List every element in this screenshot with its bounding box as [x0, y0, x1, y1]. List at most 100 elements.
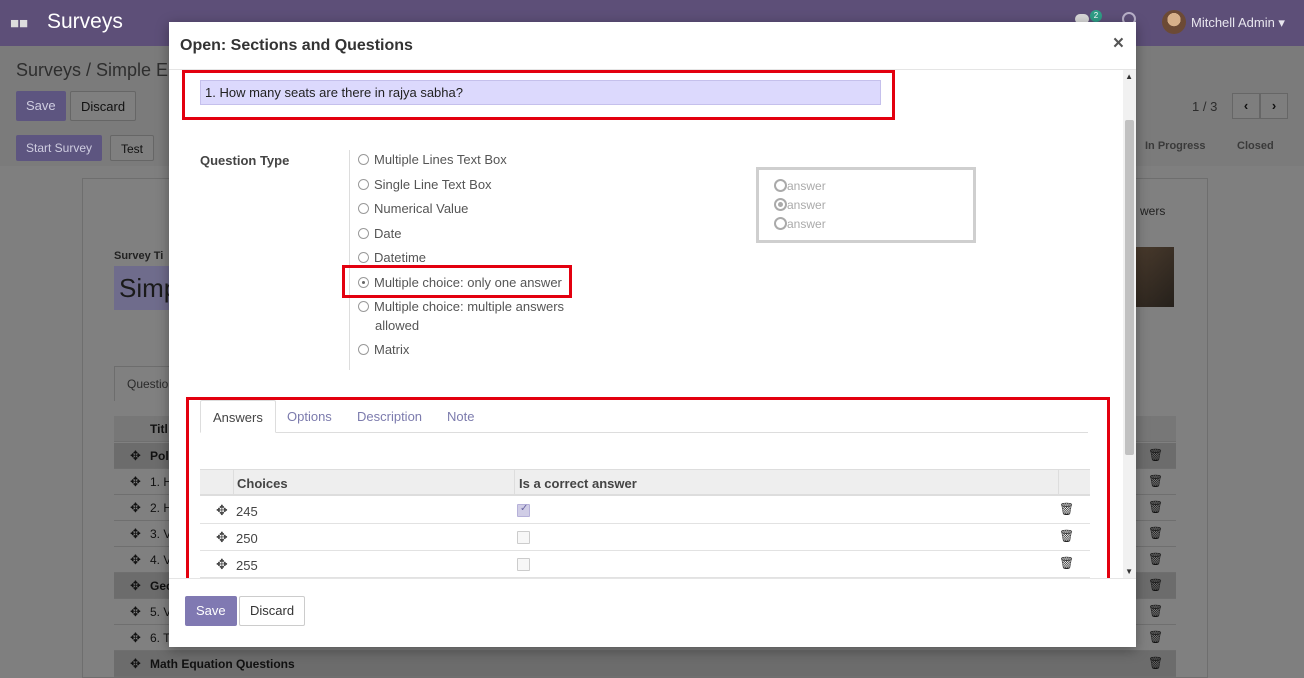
- radio-checked-icon: [774, 198, 787, 211]
- radio-multiple-lines[interactable]: Multiple Lines Text Box: [358, 150, 578, 169]
- radio-icon: [774, 217, 787, 230]
- trash-icon[interactable]: 🗑: [1148, 552, 1163, 566]
- pager-previous-icon[interactable]: ‹: [1232, 93, 1260, 119]
- divider: [349, 150, 350, 370]
- radio-label: Multiple choice: only one answer: [374, 275, 562, 290]
- trash-icon[interactable]: 🗑: [1148, 604, 1163, 618]
- drag-handle-icon[interactable]: ✥: [130, 656, 141, 672]
- bg-save-button[interactable]: Save: [16, 91, 66, 121]
- trash-icon[interactable]: 🗑: [1148, 526, 1163, 540]
- question-type-preview: answer answer answer: [756, 167, 976, 243]
- radio-single-choice[interactable]: Multiple choice: only one answer: [358, 273, 578, 292]
- answer-row[interactable]: ✥ 250 🗑: [200, 524, 1090, 551]
- radio-label: Date: [374, 226, 402, 241]
- choices-column-header[interactable]: Choices: [237, 476, 288, 491]
- survey-image: [1134, 247, 1174, 307]
- radio-label: Matrix: [374, 342, 410, 357]
- status-in-progress[interactable]: In Progress: [1145, 140, 1206, 152]
- correct-checkbox[interactable]: [517, 531, 530, 544]
- tab-options[interactable]: Options: [275, 400, 344, 433]
- radio-icon[interactable]: [358, 344, 369, 355]
- trash-icon[interactable]: 🗑: [1148, 474, 1163, 488]
- drag-handle-icon[interactable]: ✥: [130, 448, 141, 464]
- test-button[interactable]: Test: [110, 135, 155, 161]
- app-brand[interactable]: Surveys: [47, 10, 123, 34]
- radio-numerical[interactable]: Numerical Value: [358, 199, 578, 218]
- radio-single-line[interactable]: Single Line Text Box: [358, 175, 578, 194]
- preview-option: answer: [774, 198, 826, 212]
- notebook-tabs: Answers Options Description Note: [200, 400, 1088, 433]
- start-survey-button[interactable]: Start Survey: [16, 135, 103, 161]
- answer-value[interactable]: 250: [236, 531, 258, 546]
- drag-handle-icon[interactable]: ✥: [216, 502, 228, 519]
- answer-value[interactable]: 255: [236, 558, 258, 573]
- pager-next-icon[interactable]: ›: [1260, 93, 1288, 119]
- radio-icon: [774, 179, 787, 192]
- bg-answers-fragment: wers: [1140, 204, 1166, 218]
- table-row[interactable]: ✥ Math Equation Questions 🗑: [114, 651, 1176, 677]
- correct-checkbox[interactable]: [517, 558, 530, 571]
- dialog-scrollbar[interactable]: ▲ ▼: [1123, 70, 1136, 578]
- radio-checked-icon[interactable]: [358, 277, 369, 288]
- pager-value: 1 / 3: [1192, 99, 1218, 114]
- trash-icon[interactable]: 🗑: [1148, 630, 1163, 644]
- scroll-up-icon[interactable]: ▲: [1125, 72, 1133, 81]
- trash-icon[interactable]: 🗑: [1059, 556, 1074, 570]
- drag-handle-icon[interactable]: ✥: [130, 474, 141, 490]
- scrollbar-thumb[interactable]: [1125, 120, 1134, 455]
- breadcrumb[interactable]: Surveys / Simple E: [16, 60, 168, 81]
- save-button[interactable]: Save: [185, 596, 237, 626]
- tab-description[interactable]: Description: [345, 400, 434, 433]
- radio-matrix[interactable]: Matrix: [358, 340, 578, 359]
- row-title: 6. T: [150, 631, 171, 645]
- tab-note[interactable]: Note: [435, 400, 486, 433]
- radio-label: Numerical Value: [374, 201, 469, 216]
- apps-menu-icon[interactable]: ■■: [10, 15, 28, 32]
- user-avatar[interactable]: [1162, 10, 1186, 34]
- answer-value[interactable]: 245: [236, 504, 258, 519]
- question-dialog: Open: Sections and Questions × Question …: [169, 22, 1136, 647]
- radio-multiple-choice[interactable]: Multiple choice: multiple answers allowed: [358, 297, 578, 335]
- radio-label: Single Line Text Box: [374, 177, 492, 192]
- scroll-down-icon[interactable]: ▼: [1125, 567, 1133, 576]
- radio-label: Multiple choice: multiple answers: [374, 299, 565, 314]
- drag-handle-icon[interactable]: ✥: [130, 552, 141, 568]
- radio-date[interactable]: Date: [358, 224, 578, 243]
- question-type-label: Question Type: [200, 153, 290, 168]
- radio-icon[interactable]: [358, 301, 369, 312]
- column-divider: [1058, 470, 1059, 495]
- bg-discard-button[interactable]: Discard: [70, 91, 137, 121]
- user-menu[interactable]: Mitchell Admin ▾: [1191, 15, 1285, 31]
- status-closed[interactable]: Closed: [1237, 140, 1274, 152]
- drag-handle-icon[interactable]: ✥: [130, 578, 141, 594]
- drag-handle-icon[interactable]: ✥: [130, 526, 141, 542]
- trash-icon[interactable]: 🗑: [1148, 448, 1163, 462]
- discard-button[interactable]: Discard: [239, 596, 306, 626]
- answer-row[interactable]: ✥ 245 🗑: [200, 497, 1090, 524]
- tab-questions-bg[interactable]: Questio: [114, 366, 174, 401]
- answer-row[interactable]: ✥ 255 🗑: [200, 551, 1090, 578]
- user-name: Mitchell Admin: [1191, 15, 1275, 30]
- trash-icon[interactable]: 🗑: [1148, 500, 1163, 514]
- close-icon[interactable]: ×: [1113, 33, 1124, 55]
- drag-handle-icon[interactable]: ✥: [130, 630, 141, 646]
- radio-icon[interactable]: [358, 252, 369, 263]
- tab-answers[interactable]: Answers: [200, 400, 276, 433]
- correct-checkbox[interactable]: [517, 503, 530, 517]
- trash-icon[interactable]: 🗑: [1148, 578, 1163, 592]
- drag-handle-icon[interactable]: ✥: [130, 500, 141, 516]
- drag-handle-icon[interactable]: ✥: [130, 604, 141, 620]
- trash-icon[interactable]: 🗑: [1148, 656, 1163, 670]
- survey-title-field[interactable]: Simp: [114, 266, 178, 310]
- radio-icon[interactable]: [358, 154, 369, 165]
- radio-icon[interactable]: [358, 179, 369, 190]
- drag-handle-icon[interactable]: ✥: [216, 529, 228, 546]
- radio-icon[interactable]: [358, 228, 369, 239]
- drag-handle-icon[interactable]: ✥: [216, 556, 228, 573]
- trash-icon[interactable]: 🗑: [1059, 529, 1074, 543]
- question-title-input[interactable]: [200, 80, 881, 105]
- radio-icon[interactable]: [358, 203, 369, 214]
- dialog-header: Open: Sections and Questions ×: [169, 22, 1136, 70]
- trash-icon[interactable]: 🗑: [1059, 502, 1074, 516]
- correct-column-header[interactable]: Is a correct answer: [519, 476, 637, 491]
